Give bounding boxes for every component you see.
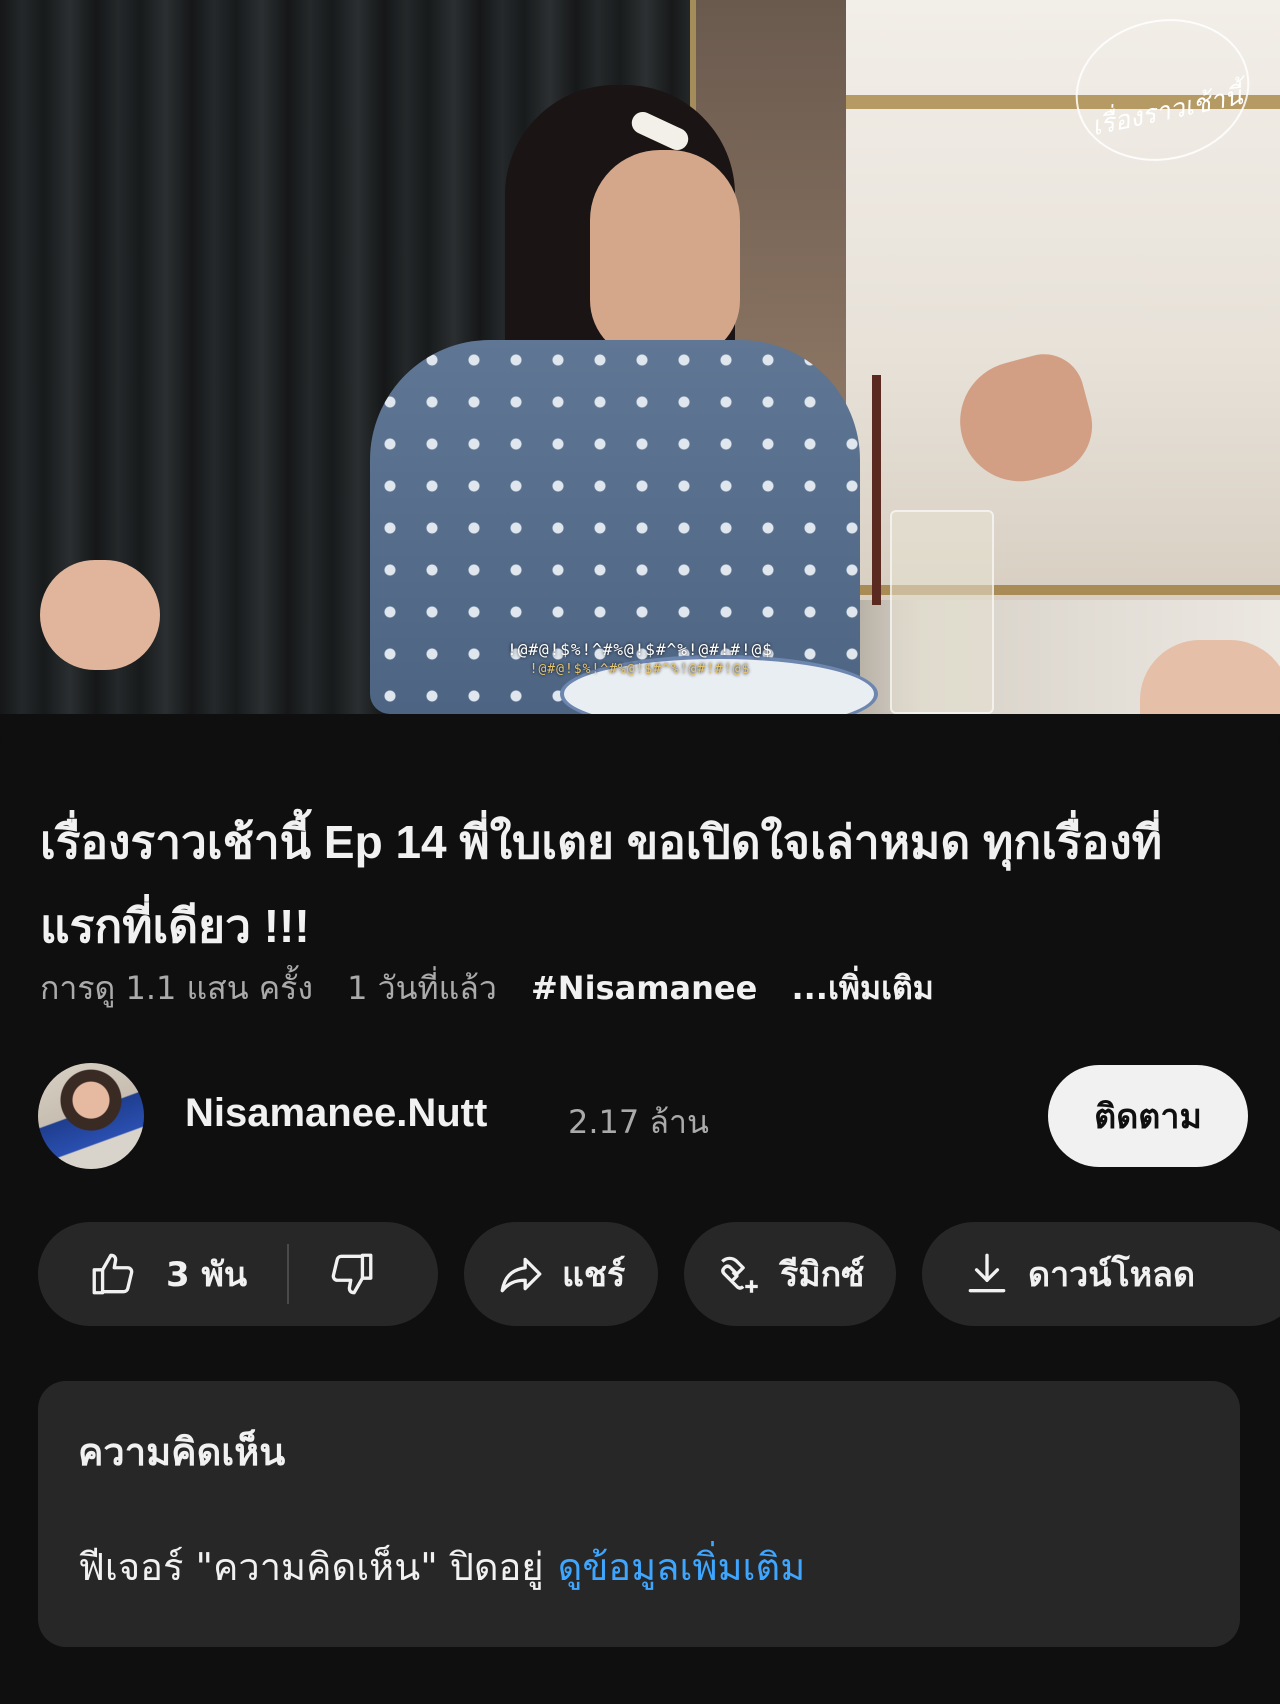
video-player[interactable]: !@#@!$%!^#%@!$#^%!@#!#!@$ !@#@!$%!^#%@!$… — [0, 0, 1280, 714]
hashtag-link[interactable]: #Nisamanee — [531, 969, 757, 1007]
view-count: การดู 1.1 แสน ครั้ง — [40, 969, 313, 1007]
like-divider — [287, 1244, 290, 1304]
video-hand-left — [40, 560, 160, 670]
channel-row[interactable]: Nisamanee.Nutt 2.17 ล้าน ติดตาม — [38, 1063, 1248, 1173]
subtitle-line-1: !@#@!$%!^#%@!$#^%!@#!#!@$ — [507, 640, 773, 659]
learn-more-link[interactable]: ดูข้อมูลเพิ่มเติม — [558, 1545, 806, 1589]
download-icon — [968, 1253, 1006, 1293]
video-metadata[interactable]: การดู 1.1 แสน ครั้ง 1 วันที่แล้ว #Nisama… — [40, 963, 1240, 1013]
download-button[interactable]: ดาวน์โหลด — [922, 1222, 1280, 1326]
show-more-link[interactable]: ...เพิ่มเติม — [791, 969, 933, 1007]
watermark-text: เรื่องราวเช้านี้ — [1089, 80, 1246, 143]
share-button[interactable]: แชร์ — [464, 1222, 658, 1326]
share-arrow-icon — [500, 1257, 542, 1293]
like-count: 3 พัน — [166, 1255, 248, 1295]
video-straw — [872, 375, 881, 605]
thumbs-down-icon[interactable] — [327, 1249, 377, 1299]
video-title[interactable]: เรื่องราวเช้านี้ Ep 14 พี่ใบเตย ขอเปิดใจ… — [40, 800, 1220, 968]
subscriber-count: 2.17 ล้าน — [568, 1103, 709, 1141]
comments-disabled-text: ฟีเจอร์ "ความคิดเห็น" ปิดอยู่ — [78, 1545, 544, 1589]
comments-section[interactable]: ความคิดเห็น ฟีเจอร์ "ความคิดเห็น" ปิดอยู… — [38, 1381, 1240, 1647]
video-subtitles: !@#@!$%!^#%@!$#^%!@#!#!@$ !@#@!$%!^#%@!$… — [430, 640, 850, 680]
remix-label: รีมิกซ์ — [780, 1255, 865, 1295]
video-person-face — [590, 150, 740, 360]
channel-avatar[interactable] — [38, 1063, 144, 1169]
comments-heading: ความคิดเห็น — [78, 1430, 286, 1474]
video-glass — [890, 510, 994, 714]
share-label: แชร์ — [562, 1255, 626, 1295]
video-hand-bottom-right — [1140, 640, 1280, 714]
remix-icon — [721, 1256, 758, 1293]
action-bar: 3 พัน แชร์ รีมิกซ์ ดาวน์โหลด — [38, 1222, 1280, 1326]
subtitle-line-2: !@#@!$%!^#%@!$#^%!@#!#!@$ — [529, 662, 751, 677]
like-dislike-group: 3 พัน — [38, 1222, 438, 1326]
remix-button[interactable]: รีมิกซ์ — [684, 1222, 896, 1326]
download-label: ดาวน์โหลด — [1028, 1255, 1196, 1295]
channel-name[interactable]: Nisamanee.Nutt — [185, 1091, 487, 1136]
upload-age: 1 วันที่แล้ว — [347, 969, 497, 1007]
thumbs-up-icon — [92, 1253, 134, 1295]
like-button[interactable]: 3 พัน — [88, 1247, 247, 1301]
comments-disabled-note: ฟีเจอร์ "ความคิดเห็น" ปิดอยู่ ดูข้อมูลเพิ… — [78, 1536, 805, 1597]
subscribe-button[interactable]: ติดตาม — [1048, 1065, 1248, 1167]
